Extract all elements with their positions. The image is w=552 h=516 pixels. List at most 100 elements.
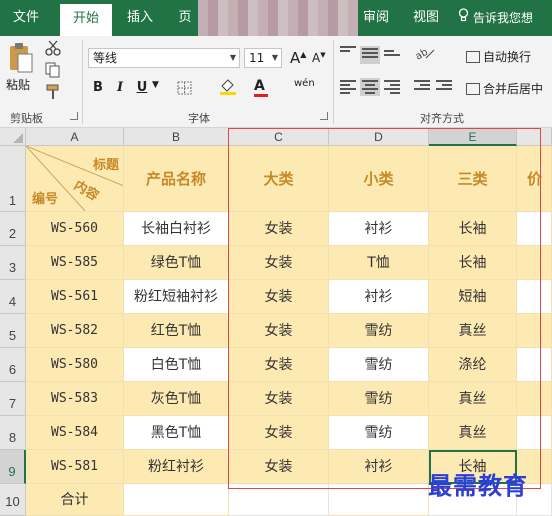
font-size-select[interactable]: 11 ▼ bbox=[244, 48, 282, 68]
cell-category[interactable]: 女装 bbox=[229, 348, 329, 382]
cell-subcategory[interactable]: 雪纺 bbox=[329, 314, 429, 348]
cell-price[interactable] bbox=[517, 416, 552, 450]
row-header-2[interactable]: 2 bbox=[0, 212, 26, 246]
cell-total-b[interactable] bbox=[124, 484, 229, 516]
cell-price[interactable] bbox=[517, 246, 552, 280]
cell-category[interactable]: 女装 bbox=[229, 416, 329, 450]
align-left-icon[interactable] bbox=[340, 80, 356, 94]
cell-d1-subcategory[interactable]: 小类 bbox=[329, 146, 429, 212]
cell-e1-third-category[interactable]: 三类 bbox=[429, 146, 517, 212]
phonetic-button[interactable]: wén bbox=[294, 78, 315, 89]
cell-total-label[interactable]: 合计 bbox=[26, 484, 124, 516]
paste-label[interactable]: 粘贴 bbox=[6, 76, 30, 93]
cell-category[interactable]: 女装 bbox=[229, 212, 329, 246]
column-header-f[interactable] bbox=[517, 128, 552, 146]
cell-category[interactable]: 女装 bbox=[229, 450, 329, 484]
cell-a1-diagonal-header[interactable]: 标题 内容 编号 bbox=[26, 146, 124, 212]
cell-subcategory[interactable]: 雪纺 bbox=[329, 416, 429, 450]
underline-button[interactable]: U bbox=[134, 80, 150, 95]
cell-price[interactable] bbox=[517, 280, 552, 314]
cell-product[interactable]: 黑色T恤 bbox=[124, 416, 229, 450]
row-header-1[interactable]: 1 bbox=[0, 146, 26, 212]
tab-view[interactable]: 视图 bbox=[404, 0, 448, 36]
column-header-a[interactable]: A bbox=[26, 128, 124, 146]
row-header-8[interactable]: 8 bbox=[0, 416, 26, 450]
align-bottom-icon[interactable] bbox=[384, 50, 400, 64]
column-header-e[interactable]: E bbox=[429, 128, 517, 146]
row-header-3[interactable]: 3 bbox=[0, 246, 26, 280]
borders-icon[interactable] bbox=[176, 80, 194, 96]
cell-price[interactable] bbox=[517, 348, 552, 382]
grow-font-button[interactable]: A▲ bbox=[290, 49, 306, 67]
bold-button[interactable]: B bbox=[90, 80, 106, 95]
tab-review[interactable]: 审阅 bbox=[354, 0, 398, 36]
row-header-9[interactable]: 9 bbox=[0, 450, 26, 484]
cell-code[interactable]: WS-583 bbox=[26, 382, 124, 416]
cell-subcategory[interactable]: 雪纺 bbox=[329, 348, 429, 382]
cell-code[interactable]: WS-584 bbox=[26, 416, 124, 450]
tab-home[interactable]: 开始 bbox=[60, 4, 112, 36]
font-launcher-icon[interactable] bbox=[320, 112, 328, 120]
underline-dropdown-icon[interactable]: ▼ bbox=[152, 80, 159, 90]
tab-page-layout[interactable]: 页 bbox=[170, 0, 200, 36]
paste-button[interactable] bbox=[8, 42, 34, 74]
format-painter-icon[interactable] bbox=[44, 84, 62, 100]
cell-third[interactable]: 长袖 bbox=[429, 212, 517, 246]
cell-third[interactable]: 涤纶 bbox=[429, 348, 517, 382]
merge-center-button[interactable]: 合并后居中 bbox=[466, 80, 543, 97]
copy-icon[interactable] bbox=[44, 62, 62, 78]
cell-product[interactable]: 粉红衬衫 bbox=[124, 450, 229, 484]
tab-insert[interactable]: 插入 bbox=[118, 0, 162, 36]
cell-third[interactable]: 长袖 bbox=[429, 246, 517, 280]
decrease-indent-icon[interactable] bbox=[414, 80, 430, 94]
row-header-7[interactable]: 7 bbox=[0, 382, 26, 416]
align-middle-icon[interactable] bbox=[360, 46, 380, 64]
cell-third[interactable]: 真丝 bbox=[429, 382, 517, 416]
align-center-icon[interactable] bbox=[360, 78, 380, 96]
cell-category[interactable]: 女装 bbox=[229, 314, 329, 348]
cell-total-d[interactable] bbox=[329, 484, 429, 516]
cell-category[interactable]: 女装 bbox=[229, 246, 329, 280]
column-header-d[interactable]: D bbox=[329, 128, 429, 146]
align-top-icon[interactable] bbox=[340, 46, 356, 60]
row-header-5[interactable]: 5 bbox=[0, 314, 26, 348]
cell-subcategory[interactable]: 衬衫 bbox=[329, 450, 429, 484]
cell-category[interactable]: 女装 bbox=[229, 382, 329, 416]
cell-price[interactable] bbox=[517, 314, 552, 348]
row-header-4[interactable]: 4 bbox=[0, 280, 26, 314]
shrink-font-button[interactable]: A▼ bbox=[312, 51, 326, 65]
column-header-c[interactable]: C bbox=[229, 128, 329, 146]
clipboard-launcher-icon[interactable] bbox=[70, 112, 78, 120]
cell-product[interactable]: 红色T恤 bbox=[124, 314, 229, 348]
cell-third[interactable]: 真丝 bbox=[429, 416, 517, 450]
cell-total-c[interactable] bbox=[229, 484, 329, 516]
cell-product[interactable]: 绿色T恤 bbox=[124, 246, 229, 280]
tab-file[interactable]: 文件 bbox=[4, 0, 48, 36]
wrap-text-button[interactable]: 自动换行 bbox=[466, 48, 531, 65]
cell-code[interactable]: WS-561 bbox=[26, 280, 124, 314]
align-right-icon[interactable] bbox=[384, 80, 400, 94]
cell-price[interactable] bbox=[517, 382, 552, 416]
cell-product[interactable]: 长袖白衬衫 bbox=[124, 212, 229, 246]
row-header-10[interactable]: 10 bbox=[0, 484, 26, 516]
cell-product[interactable]: 白色T恤 bbox=[124, 348, 229, 382]
cell-f1-price[interactable]: 价 bbox=[517, 146, 552, 212]
font-name-select[interactable]: 等线 ▼ bbox=[88, 48, 240, 68]
font-color-button[interactable]: A bbox=[254, 78, 268, 97]
cut-icon[interactable] bbox=[44, 40, 62, 56]
cell-code[interactable]: WS-560 bbox=[26, 212, 124, 246]
orientation-icon[interactable]: ab bbox=[414, 46, 435, 63]
tell-me-search[interactable]: 告诉我您想 bbox=[458, 0, 533, 36]
cell-code[interactable]: WS-585 bbox=[26, 246, 124, 280]
cell-price[interactable] bbox=[517, 212, 552, 246]
select-all-corner[interactable] bbox=[0, 128, 26, 146]
italic-button[interactable]: I bbox=[112, 80, 128, 95]
column-header-b[interactable]: B bbox=[124, 128, 229, 146]
cell-product[interactable]: 粉红短袖衬衫 bbox=[124, 280, 229, 314]
cell-product[interactable]: 灰色T恤 bbox=[124, 382, 229, 416]
cell-third[interactable]: 真丝 bbox=[429, 314, 517, 348]
cell-subcategory[interactable]: T恤 bbox=[329, 246, 429, 280]
cell-subcategory[interactable]: 衬衫 bbox=[329, 212, 429, 246]
row-header-6[interactable]: 6 bbox=[0, 348, 26, 382]
cell-third[interactable]: 短袖 bbox=[429, 280, 517, 314]
